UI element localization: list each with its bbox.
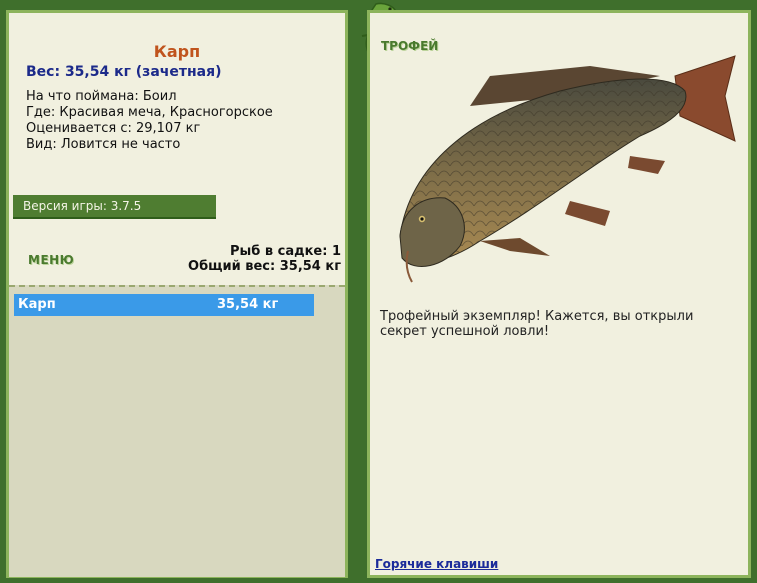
trophy-description: Трофейный экземпляр! Кажется, вы открыли…: [380, 309, 694, 339]
fish-weight: Вес: 35,54 кг (зачетная): [26, 64, 222, 80]
version-label: Версия игры: 3.7.5: [23, 199, 142, 213]
estimate-info: Оценивается с: 29,107 кг: [26, 121, 201, 136]
menu-button[interactable]: МЕНЮ: [28, 253, 74, 267]
trophy-panel: ТРОФЕЙ Трофейный экземпляр! Кажется, вы …: [367, 10, 751, 578]
catch-list: [9, 285, 345, 577]
frequency-info: Вид: Ловится не часто: [26, 137, 181, 152]
fish-name: Карп: [153, 42, 201, 61]
version-bar: Версия игры: 3.7.5: [13, 195, 216, 219]
fish-info-panel: Карп Вес: 35,54 кг (зачетная) На что пой…: [6, 10, 348, 578]
carp-fish-icon: [399, 55, 736, 283]
list-item-name: Карп: [18, 297, 56, 312]
location-info: Где: Красивая меча, Красногорское: [26, 105, 273, 120]
keepnet-count: Рыб в садке: 1: [229, 244, 341, 259]
keepnet-total-weight: Общий вес: 35,54 кг: [188, 259, 341, 274]
list-item-weight: 35,54 кг: [217, 297, 279, 312]
hotkeys-link[interactable]: Горячие клавиши: [375, 557, 498, 571]
list-item[interactable]: Карп 35,54 кг: [14, 294, 314, 316]
bait-info: На что поймана: Боил: [26, 89, 177, 104]
